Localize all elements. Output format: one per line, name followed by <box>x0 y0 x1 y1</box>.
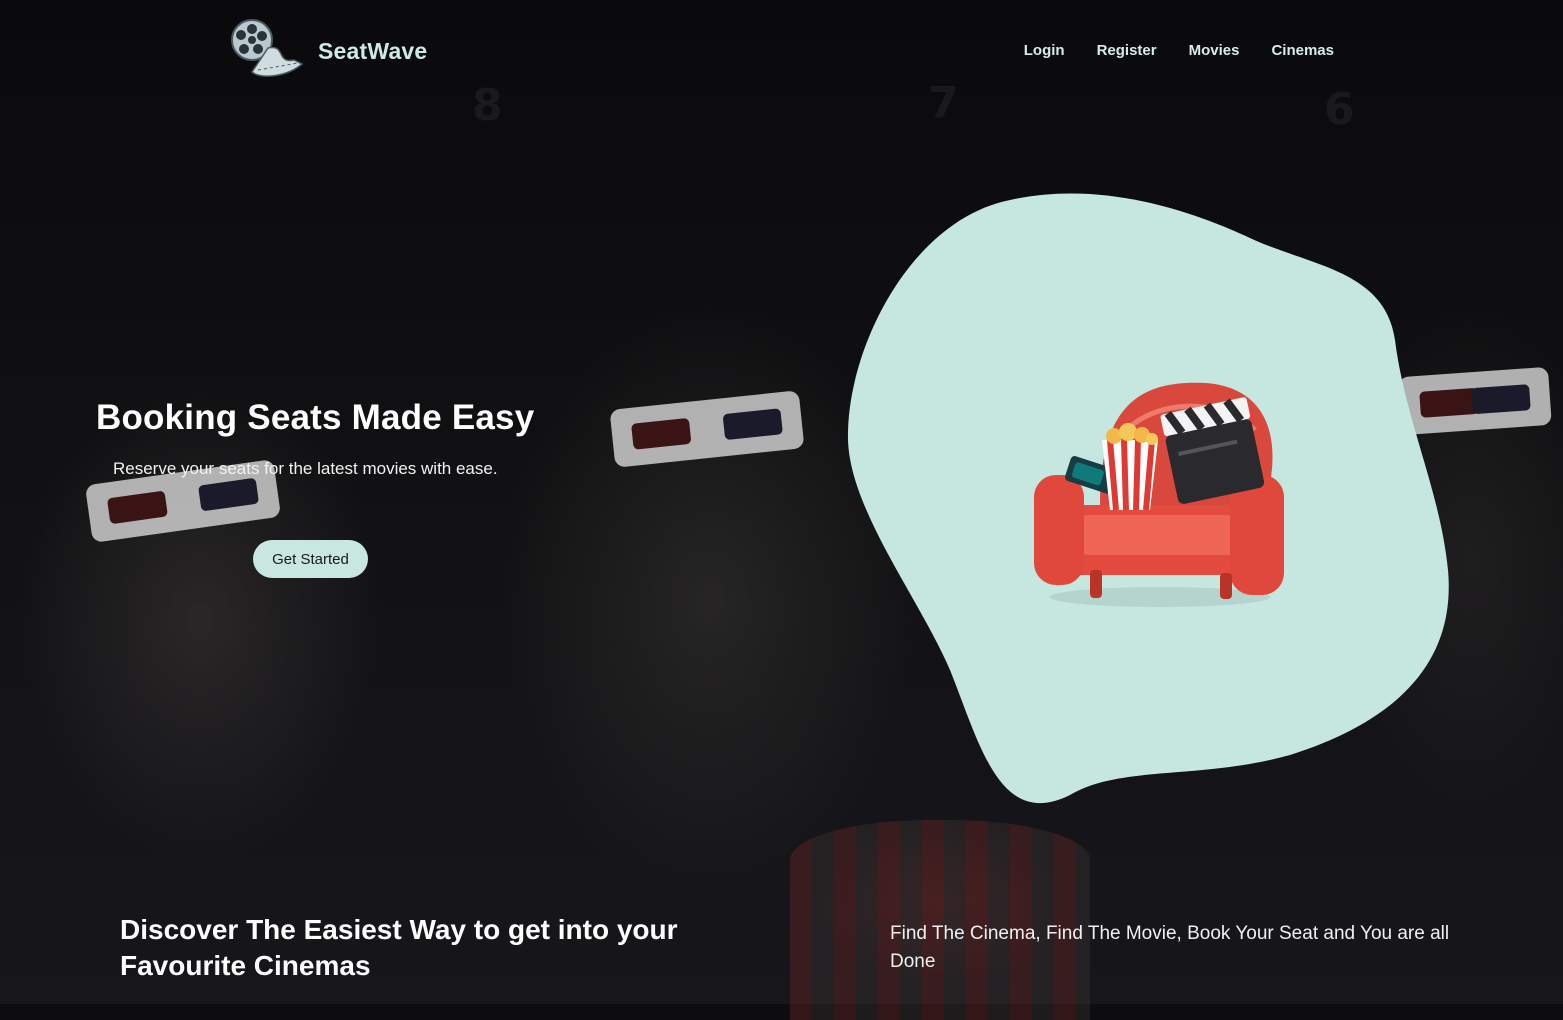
get-started-button[interactable]: Get Started <box>253 540 368 578</box>
hero-subtitle: Reserve your seats for the latest movies… <box>113 459 498 478</box>
hero-title: Booking Seats Made Easy <box>96 398 535 437</box>
nav-cinemas[interactable]: Cinemas <box>1271 42 1334 59</box>
about-heading: Discover The Easiest Way to get into you… <box>120 914 678 981</box>
brand-name: SeatWave <box>318 37 428 64</box>
armchair-popcorn-clapperboard-icon <box>1034 382 1284 607</box>
site-header: SeatWave Login Register Movies Cinemas <box>0 0 1563 100</box>
about-text: Find The Cinema, Find The Movie, Book Yo… <box>890 923 1450 972</box>
film-reel-icon <box>231 19 304 77</box>
nav-login[interactable]: Login <box>1024 42 1065 59</box>
nav-movies[interactable]: Movies <box>1189 42 1240 59</box>
main-nav: Login Register Movies Cinemas <box>1024 42 1334 59</box>
brand[interactable]: SeatWave <box>228 18 427 84</box>
nav-register[interactable]: Register <box>1097 42 1157 59</box>
